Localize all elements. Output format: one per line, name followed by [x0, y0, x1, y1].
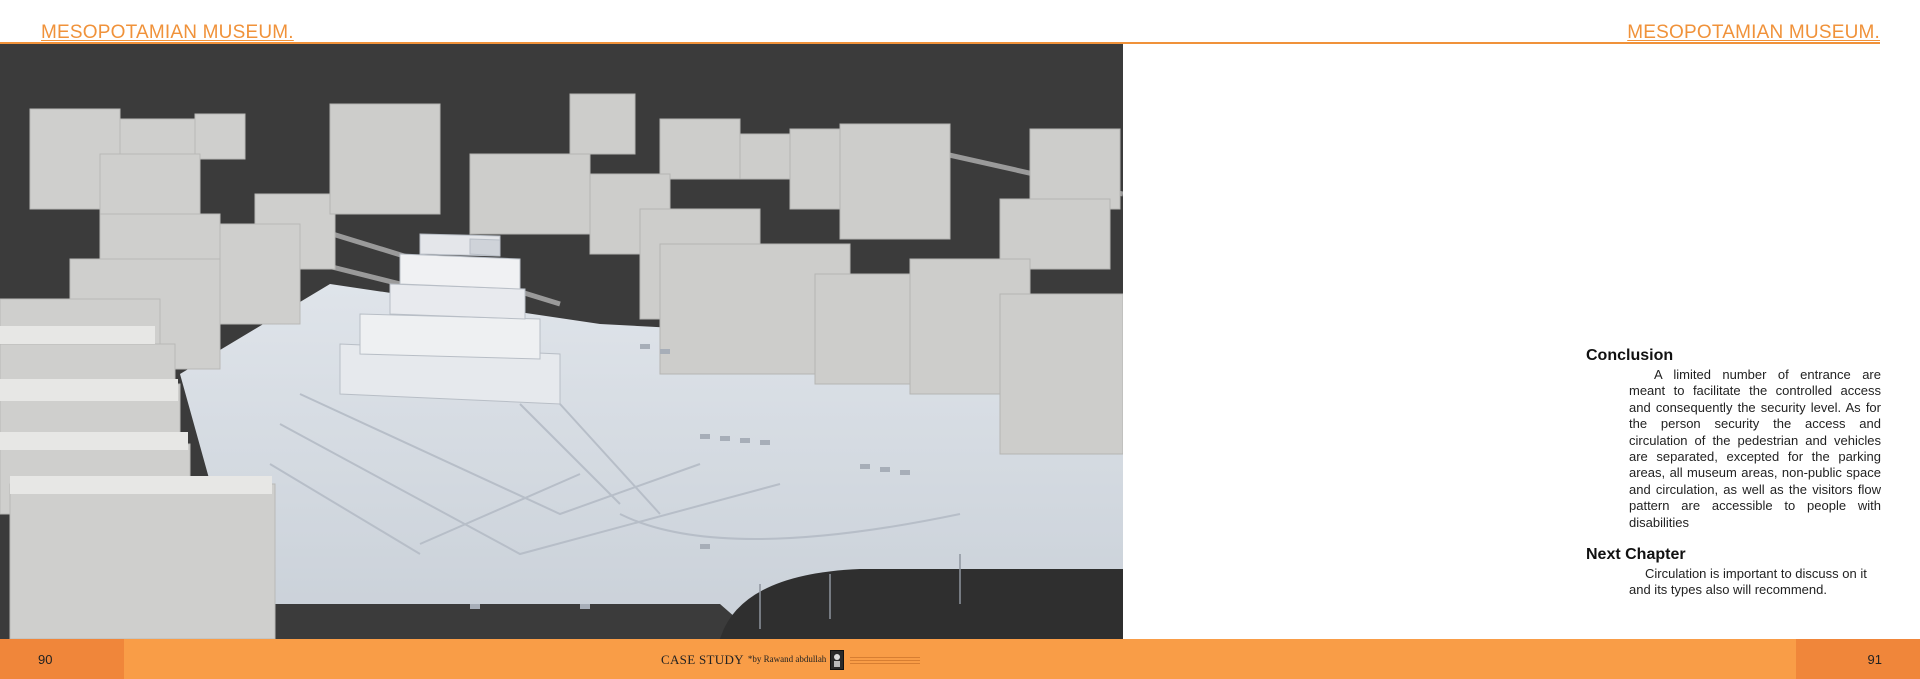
conclusion-heading: Conclusion — [1586, 347, 1674, 364]
header-title-left: MESOPOTAMIAN MUSEUM. — [41, 22, 294, 43]
next-chapter-body: Circulation is important to discuss on i… — [1629, 566, 1867, 598]
conclusion-section: Conclusion A limited number of entrance … — [1586, 347, 1881, 531]
author-credit: *by Rawand abdullah — [747, 654, 827, 664]
case-study-label: CASE STUDY — [661, 652, 744, 667]
page-number-right: 91 — [1796, 639, 1920, 679]
author-logo-icon — [830, 650, 845, 670]
footer-band: 90 CASE STUDY *by Rawand abdullah 91 — [0, 639, 1920, 679]
page-number-left: 90 — [0, 639, 124, 679]
museum-3d-render-image — [0, 44, 1123, 639]
next-chapter-section: Next Chapter Circulation is important to… — [1586, 546, 1881, 599]
next-chapter-heading: Next Chapter — [1586, 546, 1686, 563]
conclusion-body: A limited number of entrance are meant t… — [1629, 367, 1881, 530]
header-title-right: MESOPOTAMIAN MUSEUM. — [1627, 22, 1880, 43]
footer-decorative-lines — [850, 656, 921, 664]
footer-credit: CASE STUDY *by Rawand abdullah — [661, 650, 921, 670]
